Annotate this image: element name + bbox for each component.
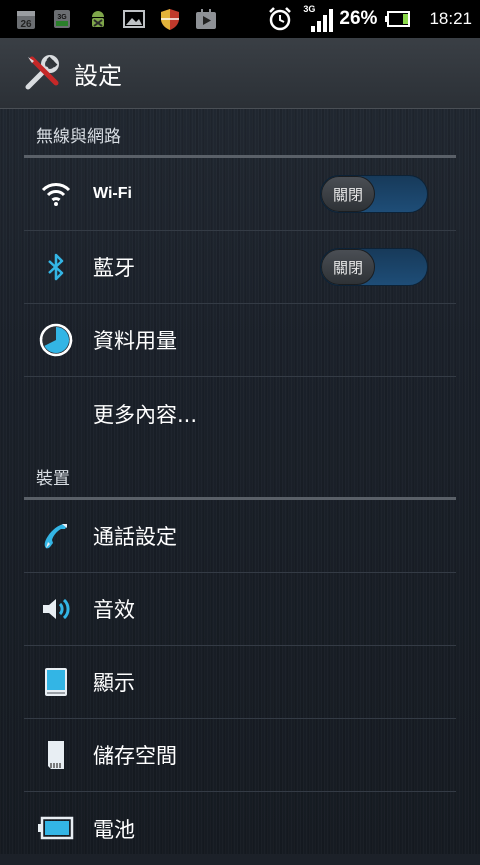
wifi-toggle[interactable]: 關閉 bbox=[320, 175, 428, 213]
wifi-icon bbox=[36, 174, 76, 214]
shield-icon bbox=[158, 7, 182, 31]
bluetooth-icon bbox=[36, 247, 76, 287]
setting-item-label: 藍牙 bbox=[93, 256, 135, 280]
alarm-icon bbox=[267, 6, 293, 32]
setting-item-wifi[interactable]: Wi-Fi 關閉 bbox=[24, 158, 456, 231]
setting-item-label: Wi-Fi bbox=[93, 185, 132, 202]
section-header-label: 無線與網路 bbox=[36, 127, 121, 147]
svg-text:3G: 3G bbox=[57, 14, 67, 21]
setting-item-label: 資料用量 bbox=[93, 329, 177, 353]
android-debug-icon bbox=[86, 7, 110, 31]
setting-item-label: 電池 bbox=[93, 817, 135, 842]
setting-item-data-usage[interactable]: 資料用量 bbox=[24, 304, 456, 377]
setting-item-display[interactable]: 顯示 bbox=[24, 646, 456, 719]
action-bar: 設定 bbox=[0, 38, 480, 109]
setting-item-battery[interactable]: 電池 bbox=[24, 792, 456, 865]
setting-item-label: 通話設定 bbox=[93, 525, 177, 549]
battery-icon bbox=[36, 808, 76, 848]
toggle-knob-label: 關閉 bbox=[321, 176, 375, 212]
settings-list: 無線與網路 Wi-Fi 關閉 藍牙 關閉 資料用量 更多內容... 裝置 通話設… bbox=[0, 108, 480, 865]
signal-icon: 3G bbox=[303, 4, 334, 34]
section-header-device: 裝置 bbox=[24, 450, 456, 500]
setting-item-bluetooth[interactable]: 藍牙 關閉 bbox=[24, 231, 456, 304]
status-bar: 26 3G 3G 26% 18:21 bbox=[0, 0, 480, 38]
storage-icon bbox=[36, 735, 76, 775]
display-icon bbox=[36, 662, 76, 702]
svg-text:26: 26 bbox=[20, 19, 32, 30]
image-icon bbox=[122, 7, 146, 31]
setting-item-label: 顯示 bbox=[93, 671, 135, 695]
setting-item-call[interactable]: 通話設定 bbox=[24, 500, 456, 573]
setting-item-sound[interactable]: 音效 bbox=[24, 573, 456, 646]
settings-tools-icon[interactable] bbox=[22, 53, 62, 93]
battery-percent: 26% bbox=[339, 8, 378, 29]
section-header-label: 裝置 bbox=[36, 469, 70, 489]
setting-item-label: 更多內容... bbox=[93, 402, 198, 427]
setting-item-storage[interactable]: 儲存空間 bbox=[24, 719, 456, 792]
phone-icon bbox=[36, 516, 76, 556]
setting-item-label: 儲存空間 bbox=[93, 744, 177, 768]
page-title: 設定 bbox=[74, 61, 122, 90]
data-usage-icon bbox=[36, 320, 76, 360]
clock: 18:21 bbox=[429, 9, 472, 28]
calendar-icon: 26 bbox=[14, 7, 38, 31]
toggle-knob-label: 關閉 bbox=[321, 249, 375, 285]
setting-item-more[interactable]: 更多內容... bbox=[24, 377, 456, 450]
setting-item-label: 音效 bbox=[93, 598, 135, 622]
play-store-icon bbox=[194, 7, 218, 31]
sim-3g-icon: 3G bbox=[50, 7, 74, 31]
section-header-wireless: 無線與網路 bbox=[24, 108, 456, 158]
battery-status-icon bbox=[385, 10, 411, 28]
bluetooth-toggle[interactable]: 關閉 bbox=[320, 248, 428, 286]
speaker-icon bbox=[36, 589, 76, 629]
